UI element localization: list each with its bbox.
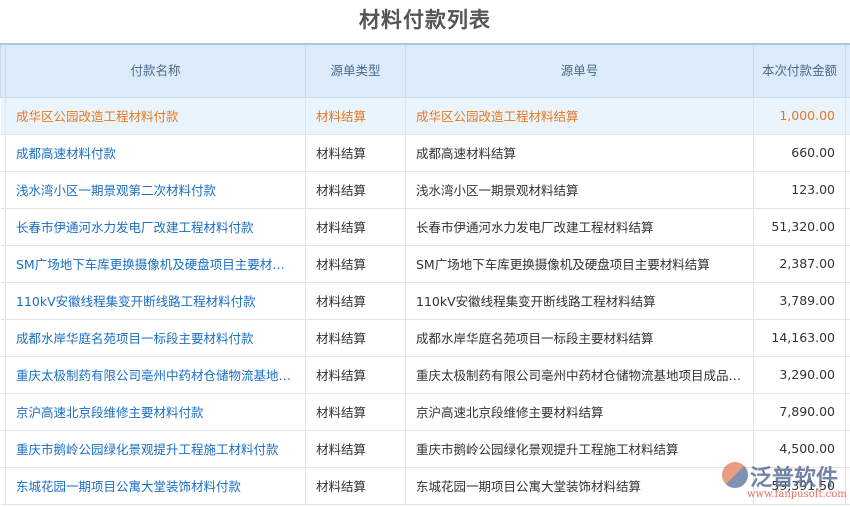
payment-name-link[interactable]: 重庆市鹅岭公园绿化景观提升工程施工材料付款 [5, 430, 306, 468]
table-row[interactable]: 成华区公园改造工程材料付款 材料结算 成华区公园改造工程材料结算 1,000.0… [0, 97, 850, 135]
logo-icon [722, 462, 748, 488]
page-title: 材料付款列表 [359, 8, 491, 32]
payment-name-link[interactable]: 110kV安徽线程集变开断线路工程材料付款 [5, 282, 306, 320]
payment-amount: 123.00 [753, 171, 846, 209]
payment-name-link[interactable]: 京沪高速北京段维修主要材料付款 [5, 393, 306, 431]
payment-name-link[interactable]: 成都高速材料付款 [5, 134, 306, 172]
source-number: 东城花园一期项目公寓大堂装饰材料结算 [405, 467, 754, 505]
payment-amount: 3,789.00 [753, 282, 846, 320]
source-number: 110kV安徽线程集变开断线路工程材料结算 [405, 282, 754, 320]
payment-amount: 14,163.00 [753, 319, 846, 357]
source-type: 材料结算 [305, 430, 406, 468]
source-number: 成都水岸华庭名苑项目一标段主要材料结算 [405, 319, 754, 357]
payment-amount: 1,000.00 [753, 97, 846, 135]
payment-name-link[interactable]: 成都水岸华庭名苑项目一标段主要材料付款 [5, 319, 306, 357]
table-row[interactable]: 重庆太极制药有限公司亳州中药材仓储物流基地项目材料付款 材料结算 重庆太极制药有… [0, 356, 850, 394]
table-header: 付款名称 源单类型 源单号 本次付款金额 [0, 43, 850, 98]
source-number: 成华区公园改造工程材料结算 [405, 97, 754, 135]
source-number: 京沪高速北京段维修主要材料结算 [405, 393, 754, 431]
source-number: 重庆市鹅岭公园绿化景观提升工程施工材料结算 [405, 430, 754, 468]
payment-amount: 660.00 [753, 134, 846, 172]
payment-name-link[interactable]: 长春市伊通河水力发电厂改建工程材料付款 [5, 208, 306, 246]
source-number: 浅水湾小区一期景观材料结算 [405, 171, 754, 209]
source-type: 材料结算 [305, 393, 406, 431]
table-row[interactable]: 110kV安徽线程集变开断线路工程材料付款 材料结算 110kV安徽线程集变开断… [0, 282, 850, 320]
source-number: 长春市伊通河水力发电厂改建工程材料结算 [405, 208, 754, 246]
source-type: 材料结算 [305, 245, 406, 283]
header-amount[interactable]: 本次付款金额 [753, 43, 846, 98]
source-type: 材料结算 [305, 467, 406, 505]
payment-amount: 7,890.00 [753, 393, 846, 431]
source-type: 材料结算 [305, 134, 406, 172]
source-type: 材料结算 [305, 356, 406, 394]
table-row[interactable]: 京沪高速北京段维修主要材料付款 材料结算 京沪高速北京段维修主要材料结算 7,8… [0, 393, 850, 431]
source-number: SM广场地下车库更换摄像机及硬盘项目主要材料结算 [405, 245, 754, 283]
table-row[interactable]: 成都高速材料付款 材料结算 成都高速材料结算 660.00 [0, 134, 850, 172]
source-type: 材料结算 [305, 319, 406, 357]
payment-amount: 3,290.00 [753, 356, 846, 394]
table-row[interactable]: 浅水湾小区一期景观第二次材料付款 材料结算 浅水湾小区一期景观材料结算 123.… [0, 171, 850, 209]
payment-name-link[interactable]: 东城花园一期项目公寓大堂装饰材料付款 [5, 467, 306, 505]
payment-amount: 2,387.00 [753, 245, 846, 283]
source-type: 材料结算 [305, 208, 406, 246]
payment-name-link[interactable]: SM广场地下车库更换摄像机及硬盘项目主要材料付款 [5, 245, 306, 283]
source-type: 材料结算 [305, 282, 406, 320]
table-row[interactable]: 长春市伊通河水力发电厂改建工程材料付款 材料结算 长春市伊通河水力发电厂改建工程… [0, 208, 850, 246]
table-row[interactable]: 成都水岸华庭名苑项目一标段主要材料付款 材料结算 成都水岸华庭名苑项目一标段主要… [0, 319, 850, 357]
table-row[interactable]: SM广场地下车库更换摄像机及硬盘项目主要材料付款 材料结算 SM广场地下车库更换… [0, 245, 850, 283]
payment-name-link[interactable]: 重庆太极制药有限公司亳州中药材仓储物流基地项目材料付款 [5, 356, 306, 394]
payment-table: 付款名称 源单类型 源单号 本次付款金额 成华区公园改造工程材料付款 材料结算 … [0, 43, 850, 505]
source-type: 材料结算 [305, 171, 406, 209]
header-name[interactable]: 付款名称 [5, 43, 306, 98]
header-type[interactable]: 源单类型 [305, 43, 406, 98]
source-number: 成都高速材料结算 [405, 134, 754, 172]
payment-name-link[interactable]: 成华区公园改造工程材料付款 [5, 97, 306, 135]
payment-name-link[interactable]: 浅水湾小区一期景观第二次材料付款 [5, 171, 306, 209]
header-source[interactable]: 源单号 [405, 43, 754, 98]
source-type: 材料结算 [305, 97, 406, 135]
payment-amount: 51,320.00 [753, 208, 846, 246]
source-number: 重庆太极制药有限公司亳州中药材仓储物流基地项目成品材料结算 [405, 356, 754, 394]
watermark-logo: 泛普软件 www.fanpusoft.com [722, 460, 850, 507]
